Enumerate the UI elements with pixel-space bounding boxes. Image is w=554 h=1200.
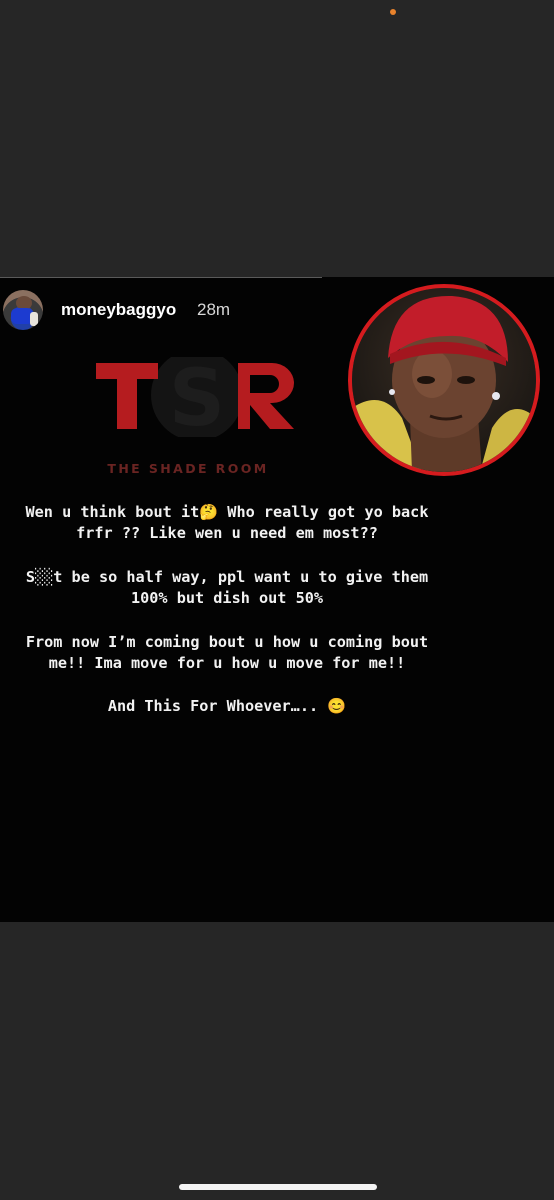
tsr-logo-mark: S (96, 357, 294, 437)
selfie-photo (348, 284, 540, 476)
tsr-logo: S THE SHADE ROOM (88, 357, 306, 477)
caption-line-1: Wen u think bout it🤔 Who really got yo b… (25, 503, 429, 543)
recording-indicator (390, 9, 396, 15)
story-progress-bar (0, 277, 322, 278)
avatar[interactable] (3, 290, 43, 330)
story-caption: Wen u think bout it🤔 Who really got yo b… (14, 502, 440, 740)
home-indicator[interactable] (179, 1184, 377, 1190)
story-header: moneybaggyo 28m (0, 287, 320, 331)
logo-tagline: THE SHADE ROOM (107, 461, 269, 476)
caption-line-4: And This For Whoever….. 😊 (107, 697, 347, 716)
selfie-image (352, 288, 536, 472)
avatar-cup (30, 312, 38, 326)
story-screen: moneybaggyo 28m S THE SHADE ROOM Wen u t… (0, 0, 554, 1200)
username[interactable]: moneybaggyo (61, 300, 176, 320)
caption-line-2: S░░t be so half way, ppl want u to give … (25, 567, 429, 608)
timestamp: 28m (197, 300, 231, 319)
story-card[interactable]: moneybaggyo 28m S THE SHADE ROOM Wen u t… (0, 277, 554, 922)
caption-line-3: From now I’m coming bout u how u coming … (25, 632, 429, 673)
svg-text:S: S (169, 357, 225, 437)
